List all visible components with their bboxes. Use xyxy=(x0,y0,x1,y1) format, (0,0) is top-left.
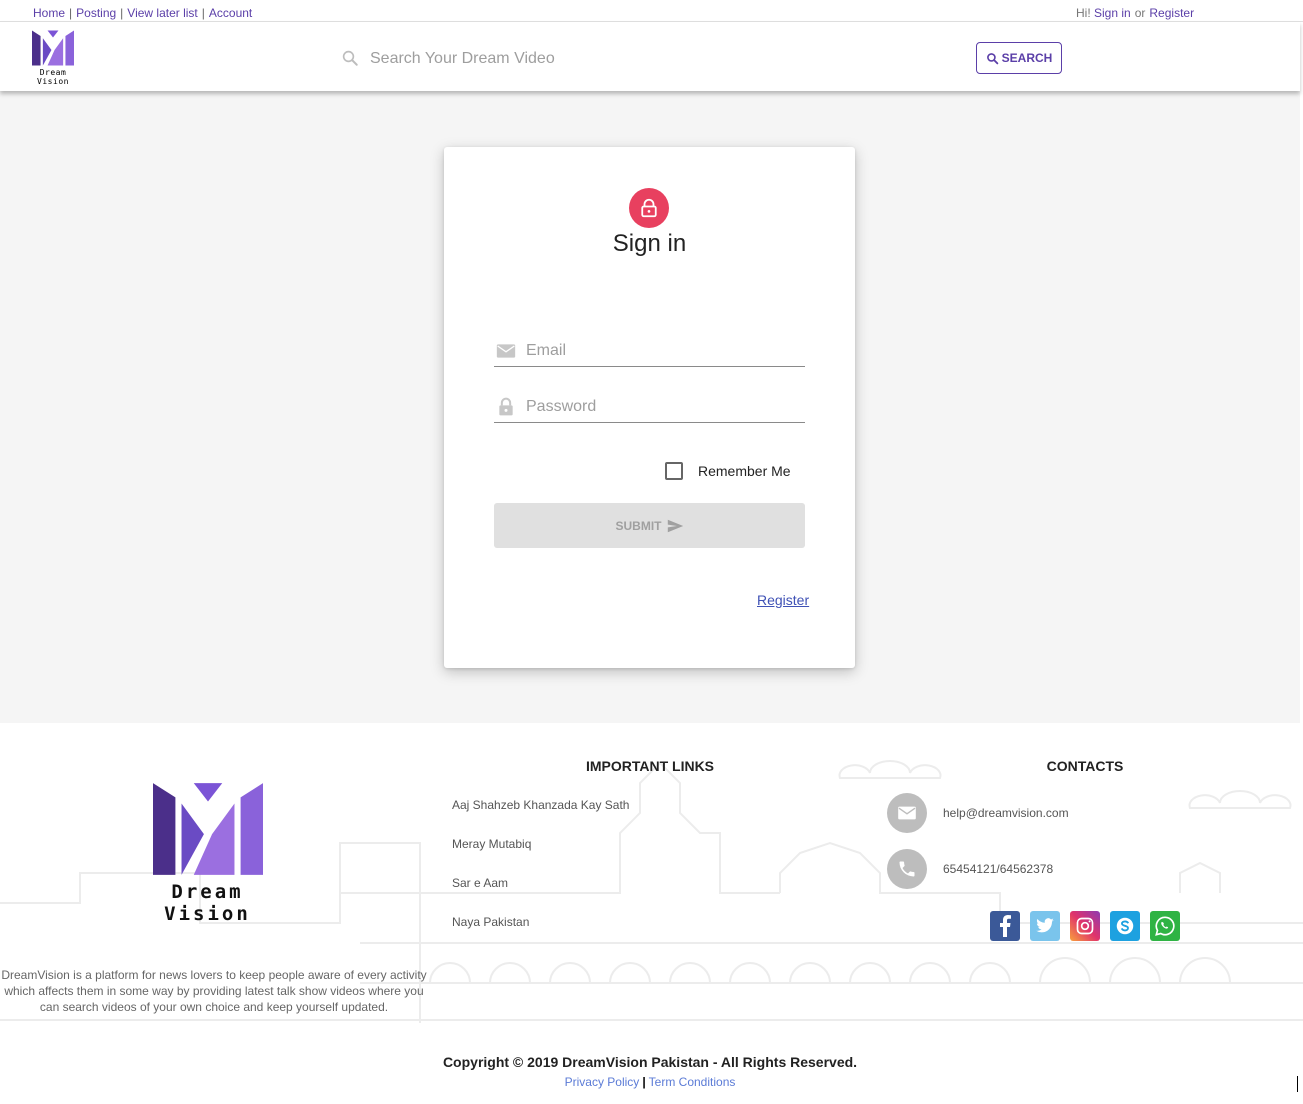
contact-phone-text: 65454121/64562378 xyxy=(943,862,1054,876)
copyright-text: Copyright © 2019 DreamVision Pakistan - … xyxy=(442,1054,858,1070)
padlock-icon xyxy=(499,397,513,416)
top-signin-link[interactable]: Sign in xyxy=(1094,6,1131,20)
email-field-wrapper xyxy=(494,337,805,367)
lock-icon xyxy=(641,198,657,218)
important-link[interactable]: Aaj Shahzeb Khanzada Kay Sath xyxy=(452,798,629,837)
contacts-title: CONTACTS xyxy=(1046,758,1124,774)
envelope-icon xyxy=(898,806,916,820)
privacy-policy-link[interactable]: Privacy Policy xyxy=(565,1075,640,1089)
phone-icon xyxy=(899,861,915,877)
top-auth-links: Hi! Sign in or Register xyxy=(1076,6,1194,20)
remember-me-checkbox[interactable] xyxy=(665,462,683,480)
search-button[interactable]: SEARCH xyxy=(976,42,1062,74)
contact-phone[interactable]: 65454121/64562378 xyxy=(887,849,1053,889)
signin-card: Sign in Remember Me SUBMIT xyxy=(444,147,855,668)
lock-avatar xyxy=(629,188,669,228)
send-icon xyxy=(667,519,683,532)
nav-separator: | xyxy=(120,6,124,20)
or-text: or xyxy=(1134,6,1146,20)
top-nav: Home | Posting | View later list | Account Hi!… xyxy=(0,0,1303,22)
nav-home-link[interactable]: Home xyxy=(33,6,65,20)
password-input[interactable] xyxy=(526,395,796,419)
facebook-icon[interactable] xyxy=(990,911,1020,941)
remember-me-label: Remember Me xyxy=(698,463,791,479)
nav-account-link[interactable]: Account xyxy=(209,6,252,20)
email-circle xyxy=(887,793,927,833)
nav-posting-link[interactable]: Posting xyxy=(76,6,116,20)
nav-view-later-link[interactable]: View later list xyxy=(127,6,197,20)
text-cursor xyxy=(1297,1076,1298,1092)
term-conditions-link[interactable]: Term Conditions xyxy=(649,1075,736,1089)
mail-icon xyxy=(496,344,516,358)
search-button-label: SEARCH xyxy=(1001,51,1053,65)
contact-email[interactable]: help@dreamvision.com xyxy=(887,793,1069,833)
main-content: Sign in Remember Me SUBMIT xyxy=(0,91,1300,723)
important-link[interactable]: Naya Pakistan xyxy=(452,915,629,954)
top-register-link[interactable]: Register xyxy=(1149,6,1194,20)
search-input[interactable] xyxy=(370,46,930,72)
important-links-title: IMPORTANT LINKS xyxy=(585,758,715,774)
important-links-list: Aaj Shahzeb Khanzada Kay Sath Meray Muta… xyxy=(452,798,629,954)
important-link[interactable]: Meray Mutabiq xyxy=(452,837,629,876)
skype-icon[interactable] xyxy=(1110,911,1140,941)
nav-separator: | xyxy=(201,6,205,20)
footer-logo-mark-icon xyxy=(152,783,263,875)
footer: Dream Vision DreamVision is a platform f… xyxy=(0,723,1303,1023)
password-field-wrapper xyxy=(494,393,805,423)
footer-description: DreamVision is a platform for news lover… xyxy=(1,968,427,1014)
email-input[interactable] xyxy=(526,339,796,363)
header-bar: Dream Vision SEARCH xyxy=(0,22,1300,91)
greeting-text: Hi! xyxy=(1076,6,1091,20)
footer-logo: Dream Vision xyxy=(130,783,285,925)
footer-logo-text: Dream Vision xyxy=(164,881,251,925)
logo-mark-icon xyxy=(32,30,74,66)
remember-me[interactable]: Remember Me xyxy=(665,462,791,480)
search-icon xyxy=(342,50,358,66)
policy-links: Privacy Policy | Term Conditions xyxy=(0,1075,1300,1089)
header-logo[interactable]: Dream Vision xyxy=(24,28,82,86)
instagram-icon[interactable] xyxy=(1070,911,1100,941)
social-icons xyxy=(990,911,1180,941)
header-logo-text: Dream Vision xyxy=(37,68,69,86)
important-link[interactable]: Sar e Aam xyxy=(452,876,629,915)
phone-circle xyxy=(887,849,927,889)
search-button-icon xyxy=(986,52,998,64)
submit-button[interactable]: SUBMIT xyxy=(494,503,805,548)
contact-email-text: help@dreamvision.com xyxy=(943,806,1069,820)
top-nav-links: Home | Posting | View later list | Account xyxy=(33,6,252,20)
submit-label: SUBMIT xyxy=(615,518,662,533)
register-link[interactable]: Register xyxy=(757,592,809,608)
twitter-icon[interactable] xyxy=(1030,911,1060,941)
signin-title: Sign in xyxy=(612,230,687,257)
policy-separator: | xyxy=(642,1075,646,1089)
nav-separator: | xyxy=(69,6,73,20)
whatsapp-icon[interactable] xyxy=(1150,911,1180,941)
